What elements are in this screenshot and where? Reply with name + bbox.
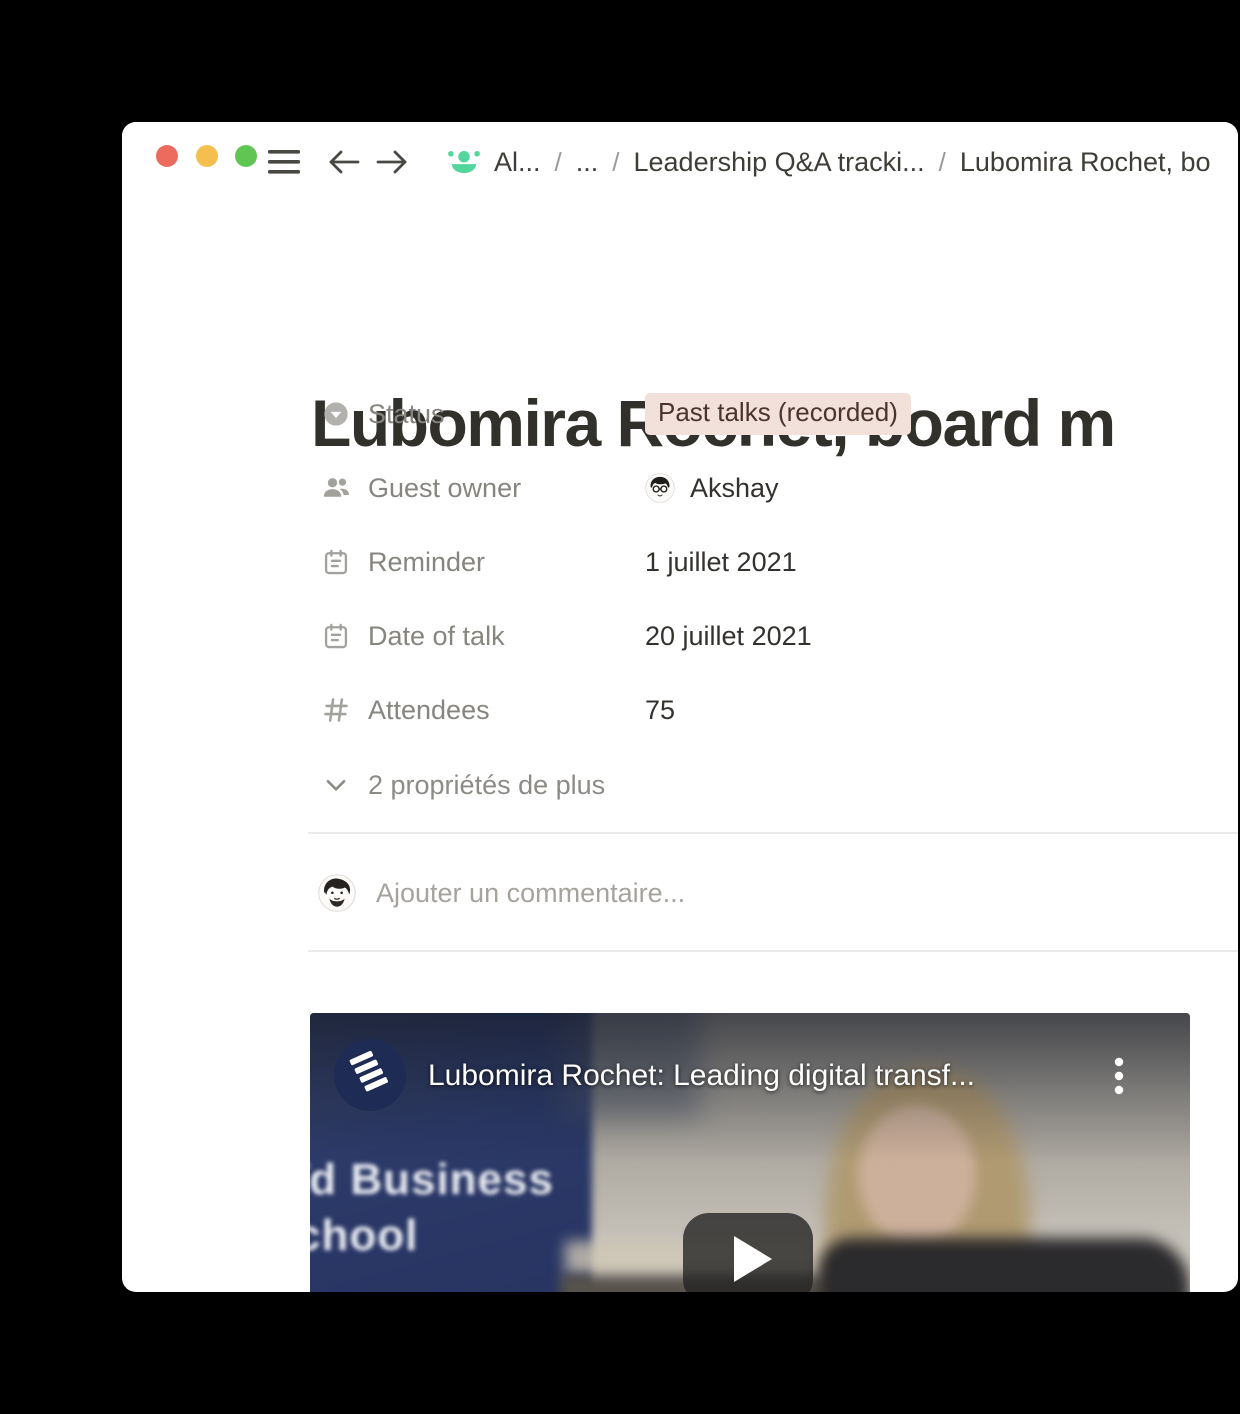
select-icon: [322, 400, 350, 428]
breadcrumb-parent[interactable]: Leadership Q&A tracki...: [634, 147, 925, 178]
close-window-button[interactable]: [156, 145, 178, 167]
breadcrumb-current[interactable]: Lubomira Rochet, bo: [960, 147, 1211, 178]
thumbnail-person-blazer: [818, 1238, 1190, 1292]
zoom-window-button[interactable]: [235, 145, 257, 167]
channel-logo[interactable]: [333, 1038, 407, 1112]
reminder-value[interactable]: 1 juillet 2021: [645, 547, 797, 578]
video-title[interactable]: Lubomira Rochet: Leading digital transf.…: [428, 1059, 975, 1093]
divider: [308, 832, 1238, 834]
add-comment-field[interactable]: Ajouter un commentaire...: [318, 873, 685, 913]
status-tag[interactable]: Past talks (recorded): [645, 393, 911, 435]
forward-arrow-icon[interactable]: [376, 148, 408, 176]
property-row-status[interactable]: Status Past talks (recorded): [322, 393, 911, 435]
breadcrumb-separator: /: [938, 146, 946, 177]
notion-window: Al... / ... / Leadership Q&A tracki... /…: [122, 122, 1238, 1292]
calendar-icon: [322, 548, 350, 576]
comment-placeholder: Ajouter un commentaire...: [376, 877, 686, 908]
date-of-talk-value[interactable]: 20 juillet 2021: [645, 621, 812, 652]
calendar-icon: [322, 622, 350, 650]
minimize-window-button[interactable]: [196, 145, 218, 167]
person-name: Akshay: [690, 472, 779, 503]
breadcrumb-ellipsis[interactable]: ...: [576, 147, 599, 178]
property-row-date-of-talk[interactable]: Date of talk 20 juillet 2021: [322, 617, 812, 655]
guest-owner-value[interactable]: Akshay: [645, 473, 779, 504]
breadcrumb-separator: /: [554, 146, 562, 177]
youtube-embed[interactable]: ïd Business chool Lubomira Rochet: Leadi…: [310, 1013, 1190, 1292]
play-icon: [733, 1236, 772, 1282]
property-label: Attendees: [368, 694, 490, 725]
banner-text-line2: chool: [310, 1211, 419, 1260]
property-label: Guest owner: [368, 472, 522, 503]
breadcrumb: Al... / ... / Leadership Q&A tracki... /…: [268, 140, 1211, 184]
property-row-guest-owner[interactable]: Guest owner Akshay: [322, 469, 779, 507]
breadcrumb-workspace[interactable]: Al...: [494, 147, 541, 178]
property-label: Status: [368, 398, 445, 429]
people-icon: [322, 474, 350, 502]
play-button[interactable]: [683, 1213, 813, 1292]
attendees-value[interactable]: 75: [645, 695, 675, 726]
more-properties-label: 2 propriétés de plus: [368, 769, 606, 800]
kebab-menu-icon[interactable]: [1109, 1057, 1129, 1097]
property-row-reminder[interactable]: Reminder 1 juillet 2021: [322, 543, 797, 581]
chevron-down-icon: [322, 771, 350, 799]
property-label: Date of talk: [368, 620, 505, 651]
more-properties-toggle[interactable]: 2 propriétés de plus: [322, 767, 605, 803]
titlebar: Al... / ... / Leadership Q&A tracki... /…: [122, 122, 1238, 194]
sidebar-menu-icon[interactable]: [268, 149, 300, 175]
property-row-attendees[interactable]: Attendees 75: [322, 691, 675, 729]
hash-icon: [322, 696, 350, 724]
workspace-page-icon: [446, 148, 482, 176]
breadcrumb-separator: /: [612, 146, 620, 177]
avatar: [318, 874, 356, 912]
back-arrow-icon[interactable]: [328, 148, 360, 176]
avatar: [645, 473, 675, 503]
property-label: Reminder: [368, 546, 486, 577]
divider: [308, 950, 1238, 952]
